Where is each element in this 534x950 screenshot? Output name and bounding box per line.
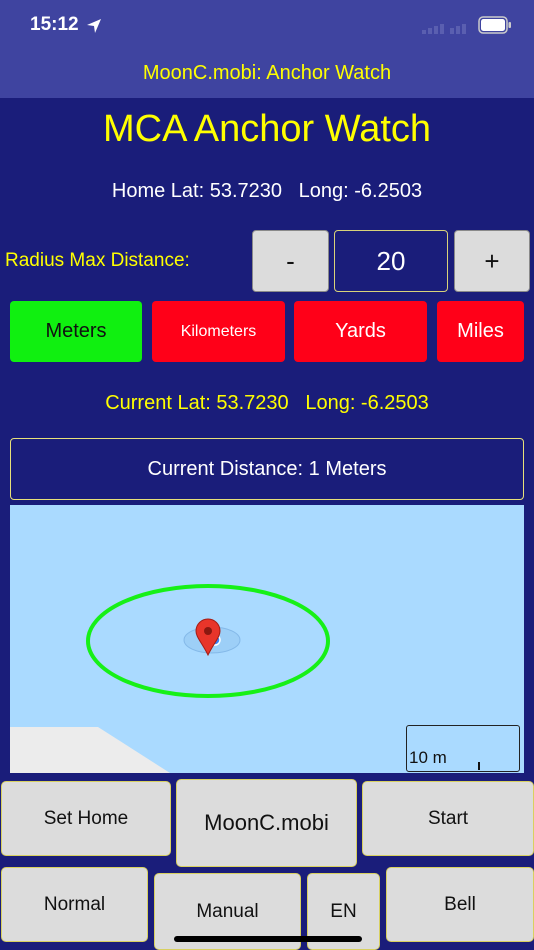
current-distance: Current Distance: 1 Meters — [10, 438, 524, 500]
unit-meters-button[interactable]: Meters — [10, 301, 142, 362]
unit-yards-button[interactable]: Yards — [294, 301, 427, 362]
land-area — [10, 727, 170, 773]
status-time: 15:12 — [30, 14, 79, 35]
increase-radius-button[interactable]: + — [454, 230, 530, 292]
map-scale: 10 m — [406, 725, 520, 772]
cellular-signal-icon — [422, 24, 466, 34]
unit-miles-button[interactable]: Miles — [437, 301, 524, 362]
map-scale-tick — [478, 762, 480, 770]
nav-title: MoonC.mobi: Anchor Watch — [142, 62, 392, 84]
normal-mode-button[interactable]: Normal — [1, 867, 148, 942]
radius-label: Radius Max Distance: — [5, 250, 190, 271]
moonc-mobi-button[interactable]: MoonC.mobi — [176, 779, 357, 867]
current-coordinates: Current Lat: 53.7230 Long: -6.2503 — [105, 392, 429, 414]
app-title: MCA Anchor Watch — [102, 108, 432, 150]
location-arrow-icon — [87, 19, 101, 33]
battery-icon — [478, 16, 511, 34]
radius-value-field[interactable]: 20 — [334, 230, 448, 292]
map-view[interactable]: 10 m — [10, 505, 524, 773]
home-coordinates: Home Lat: 53.7230 Long: -6.2503 — [111, 180, 423, 202]
home-indicator — [174, 936, 362, 942]
bell-button[interactable]: Bell — [386, 867, 534, 942]
set-home-button[interactable]: Set Home — [1, 781, 171, 856]
unit-kilometers-button[interactable]: Kilometers — [152, 301, 285, 362]
start-button[interactable]: Start — [362, 781, 534, 856]
decrease-radius-button[interactable]: - — [252, 230, 329, 292]
map-scale-label: 10 m — [409, 748, 447, 767]
